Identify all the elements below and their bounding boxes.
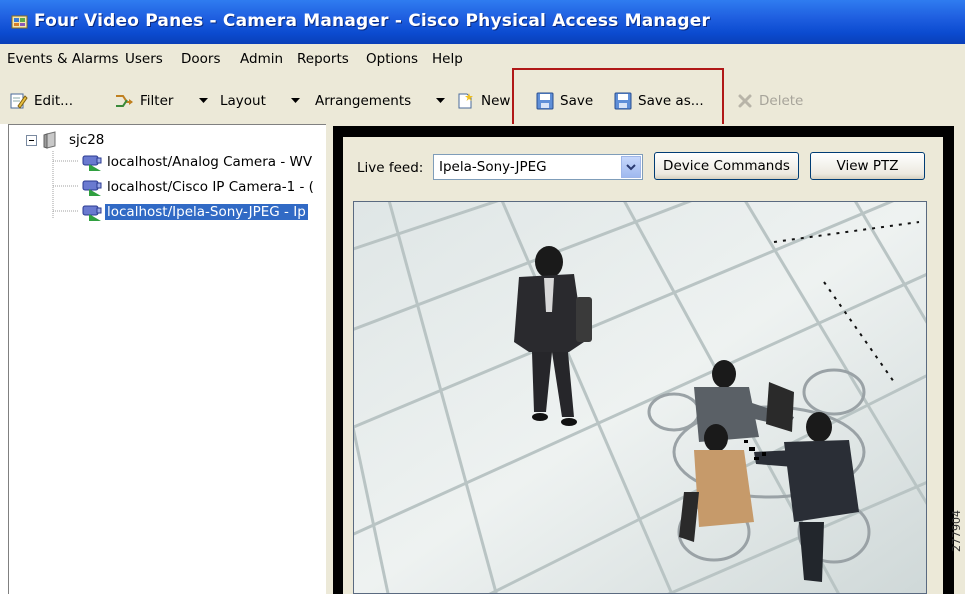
- tree-root[interactable]: sjc28: [26, 131, 104, 149]
- layout-label: Layout: [220, 93, 266, 109]
- server-icon: [43, 131, 56, 149]
- filter-label: Filter: [140, 93, 174, 109]
- view-ptz-button[interactable]: View PTZ: [810, 152, 925, 180]
- menu-reports[interactable]: Reports: [297, 51, 349, 67]
- title-bar[interactable]: Four Video Panes - Camera Manager - Cisc…: [0, 0, 965, 44]
- edit-label: Edit...: [34, 93, 74, 109]
- live-feed-value: Ipela-Sony-JPEG: [439, 159, 547, 175]
- figure-number: 277904: [950, 510, 963, 552]
- tree-root-label: sjc28: [69, 132, 105, 148]
- camera-icon: [82, 205, 102, 221]
- new-document-icon: [458, 93, 473, 109]
- video-frame-image: [354, 202, 926, 593]
- menu-admin[interactable]: Admin: [240, 51, 283, 67]
- device-commands-button[interactable]: Device Commands: [654, 152, 799, 180]
- layout-dropdown-icon[interactable]: [288, 92, 302, 110]
- delete-icon: [738, 94, 752, 108]
- arrangements-dropdown-icon[interactable]: [433, 92, 447, 110]
- camera-icon: [82, 155, 102, 171]
- new-label: New: [481, 93, 511, 109]
- edit-button[interactable]: Edit...: [10, 90, 73, 112]
- window-title: Four Video Panes - Camera Manager - Cisc…: [34, 11, 711, 31]
- tree-camera-item[interactable]: localhost/Analog Camera - WV: [81, 152, 312, 172]
- camera-tree-panel[interactable]: sjc28 localhost/Analog Camera - WV local…: [8, 124, 326, 594]
- camera-icon: [82, 180, 102, 196]
- edit-icon: [10, 93, 28, 109]
- tree-camera-item[interactable]: localhost/Cisco IP Camera-1 - (: [81, 177, 314, 197]
- delete-label: Delete: [759, 93, 804, 109]
- tree-camera-item-selected[interactable]: localhost/Ipela-Sony-JPEG - Ip: [81, 202, 308, 222]
- arrangements-button[interactable]: Arrangements: [315, 90, 411, 112]
- menu-doors[interactable]: Doors: [181, 51, 221, 67]
- camera-label: localhost/Analog Camera - WV: [107, 154, 313, 170]
- device-commands-label: Device Commands: [663, 158, 790, 174]
- menu-events-alarms[interactable]: Events & Alarms: [7, 51, 119, 67]
- toolbar: Edit... Filter Layout Arrangements New S…: [0, 76, 965, 124]
- new-button[interactable]: New: [457, 90, 510, 112]
- camera-label: localhost/Cisco IP Camera-1 - (: [107, 179, 314, 195]
- layout-button[interactable]: Layout: [220, 90, 266, 112]
- filter-dropdown-icon[interactable]: [196, 92, 210, 110]
- live-feed-label: Live feed:: [357, 160, 424, 176]
- chevron-down-icon[interactable]: [621, 156, 641, 178]
- collapse-icon[interactable]: [26, 134, 37, 146]
- delete-button[interactable]: Delete: [737, 90, 803, 112]
- camera-label: localhost/Ipela-Sony-JPEG - Ip: [105, 204, 308, 220]
- live-video-feed[interactable]: [353, 201, 927, 594]
- menu-options[interactable]: Options: [366, 51, 418, 67]
- filter-icon: [116, 95, 133, 107]
- view-ptz-label: View PTZ: [836, 158, 899, 174]
- menu-users[interactable]: Users: [125, 51, 163, 67]
- filter-button[interactable]: Filter: [114, 90, 173, 112]
- menu-bar: Events & Alarms Users Doors Admin Report…: [0, 44, 965, 77]
- app-icon: [11, 15, 28, 29]
- live-feed-select[interactable]: Ipela-Sony-JPEG: [433, 154, 643, 180]
- arrangements-label: Arrangements: [315, 93, 412, 109]
- menu-help[interactable]: Help: [432, 51, 463, 67]
